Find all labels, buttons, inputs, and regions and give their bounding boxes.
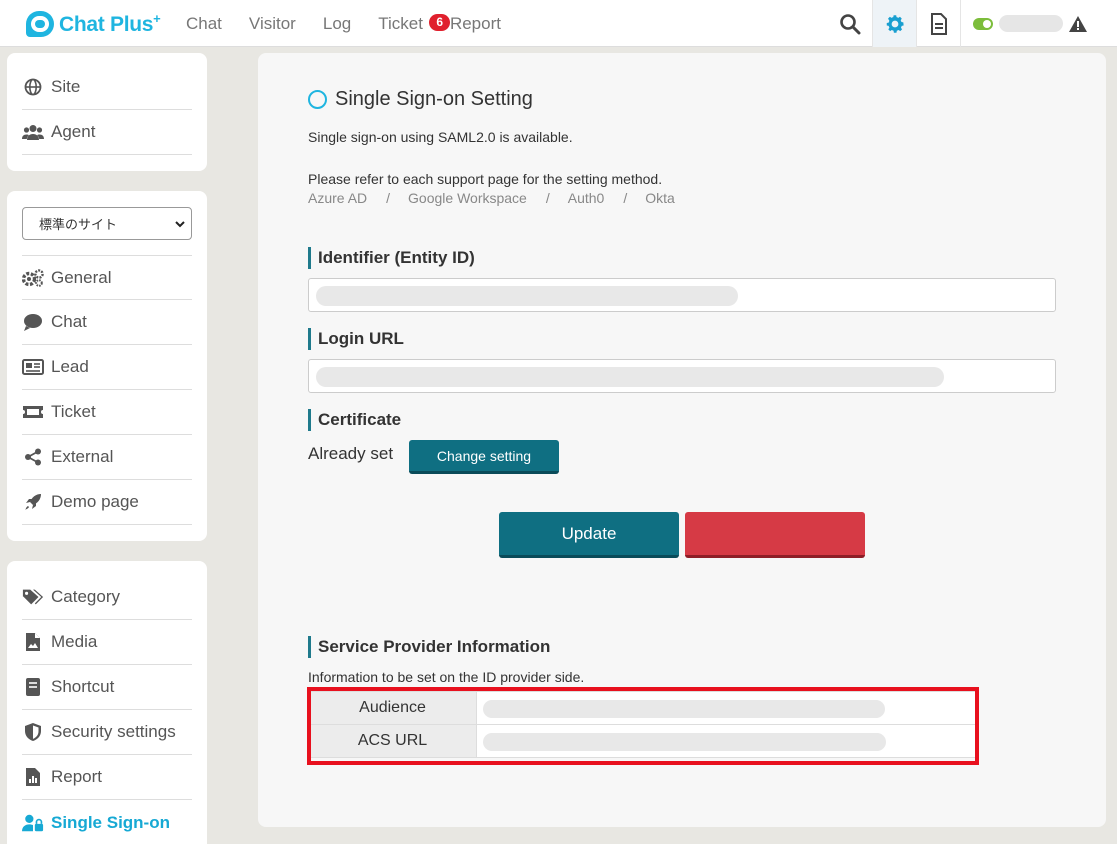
sidebar-item-security-settings[interactable]: Security settings	[22, 710, 192, 755]
sidebar-label-security-settings: Security settings	[51, 722, 176, 741]
sidebar-label-shortcut: Shortcut	[51, 677, 115, 696]
login-url-heading: Login URL	[308, 328, 404, 350]
nav-report[interactable]: Report	[450, 14, 501, 34]
sidebar-item-agent[interactable]: Agent	[22, 110, 192, 155]
sidebar-item-demo-page[interactable]: Demo page	[22, 480, 192, 525]
link-azure-ad[interactable]: Azure AD	[308, 190, 367, 206]
circle-icon	[308, 90, 327, 109]
sidebar-label-demo-page: Demo page	[51, 492, 139, 511]
online-toggle[interactable]	[973, 17, 993, 30]
comment-icon	[22, 312, 44, 332]
sidebar-label-media: Media	[51, 632, 98, 651]
sidebar-label-single-sign-on: Single Sign-on	[51, 812, 170, 832]
top-header: Chat Plus+ Chat Visitor Log Ticket 6 Repo…	[0, 0, 1117, 47]
site-select-value: 標準のサイト	[39, 217, 118, 232]
sidebar-item-category[interactable]: Category	[22, 575, 192, 620]
header-tools	[828, 0, 1117, 47]
file-image-icon	[22, 632, 44, 652]
sidebar-item-report[interactable]: Report	[22, 755, 192, 800]
ticket-icon	[22, 402, 44, 422]
certificate-status: Already set	[308, 444, 394, 463]
sidebar-item-media[interactable]: Media	[22, 620, 192, 665]
user-status[interactable]	[960, 0, 1117, 47]
site-select[interactable]: 標準のサイト	[22, 207, 192, 240]
file-chart-icon	[22, 767, 44, 787]
identifier-input[interactable]	[308, 278, 1056, 312]
page-title-text: Single Sign-on Setting	[335, 88, 533, 110]
document-button[interactable]	[916, 0, 960, 47]
intro-text: Single sign-on using SAML2.0 is availabl…	[308, 129, 573, 145]
sidebar-card-admin: Category Media Shortcut Security setting…	[7, 561, 207, 844]
gears-icon	[22, 268, 44, 288]
share-icon	[22, 447, 44, 467]
sidebar-label-ticket: Ticket	[51, 402, 96, 421]
sidebar-label-report: Report	[51, 767, 103, 786]
book-icon	[22, 677, 44, 697]
users-icon	[22, 122, 44, 142]
sidebar-label-lead: Lead	[51, 357, 89, 376]
search-icon	[840, 13, 861, 34]
user-name-redacted	[999, 15, 1063, 32]
sidebar-item-general[interactable]: General	[22, 255, 192, 300]
shield-icon	[22, 722, 44, 742]
update-button[interactable]: Update	[499, 512, 679, 558]
sidebar-item-ticket[interactable]: Ticket	[22, 390, 192, 435]
warning-icon	[1069, 15, 1087, 32]
login-url-input[interactable]	[308, 359, 1056, 393]
gear-icon	[886, 14, 904, 33]
ticket-count-badge: 6	[429, 13, 451, 31]
nav-chat[interactable]: Chat	[186, 14, 222, 34]
page-title: Single Sign-on Setting	[308, 88, 533, 111]
settings-button[interactable]	[872, 0, 916, 47]
identifier-heading: Identifier (Entity ID)	[308, 247, 475, 269]
delete-button[interactable]	[685, 512, 865, 558]
change-setting-button[interactable]: Change setting	[409, 440, 559, 474]
logo-text: Chat Plus	[59, 13, 154, 36]
link-google-workspace[interactable]: Google Workspace	[408, 190, 527, 206]
link-separator: /	[545, 190, 550, 206]
rocket-icon	[22, 492, 44, 512]
sidebar-item-external[interactable]: External	[22, 435, 192, 480]
sidebar-card-site: Site Agent	[7, 53, 207, 171]
login-url-value-redacted	[316, 367, 944, 387]
sidebar-label-external: External	[51, 447, 114, 466]
nav-ticket[interactable]: Ticket 6	[378, 13, 451, 34]
sidebar-item-lead[interactable]: Lead	[22, 345, 192, 390]
nav-visitor[interactable]: Visitor	[249, 14, 296, 34]
user-lock-icon	[22, 813, 44, 833]
sidebar-label-general: General	[51, 267, 112, 287]
sidebar-label-chat: Chat	[51, 312, 87, 331]
link-separator: /	[623, 190, 628, 206]
link-auth0[interactable]: Auth0	[568, 190, 605, 206]
sidebar-label-site: Site	[51, 77, 81, 96]
certificate-heading: Certificate	[308, 409, 401, 431]
sidebar-item-site[interactable]: Site	[22, 65, 192, 110]
highlight-box	[307, 687, 979, 765]
tags-icon	[22, 587, 44, 607]
sidebar-item-chat[interactable]: Chat	[22, 300, 192, 345]
logo-plus: +	[153, 11, 161, 26]
refer-text: Please refer to each support page for th…	[308, 171, 663, 187]
chat-plus-logo[interactable]: Chat Plus+	[26, 9, 161, 39]
sidebar-item-shortcut[interactable]: Shortcut	[22, 665, 192, 710]
search-button[interactable]	[828, 0, 872, 47]
newspaper-icon	[22, 357, 44, 377]
sp-info-heading: Service Provider Information	[308, 636, 550, 658]
link-okta[interactable]: Okta	[645, 190, 675, 206]
nav-log[interactable]: Log	[323, 14, 351, 34]
main-nav: Chat Visitor Log Ticket 6 Report	[186, 0, 528, 47]
sp-info-description: Information to be set on the ID provider…	[308, 669, 585, 685]
link-separator: /	[386, 190, 391, 206]
support-links: Azure AD / Google Workspace / Auth0 / Ok…	[308, 190, 675, 206]
chat-bubble-logo-icon	[26, 11, 54, 37]
globe-icon	[22, 77, 44, 97]
document-icon	[930, 12, 947, 35]
nav-ticket-label: Ticket	[378, 13, 423, 33]
identifier-value-redacted	[316, 286, 738, 306]
sidebar-label-category: Category	[51, 587, 120, 606]
sidebar-card-settings: 標準のサイト General Chat Lead Ticket External…	[7, 191, 207, 541]
sidebar-label-agent: Agent	[51, 122, 96, 141]
chevron-down-icon	[175, 221, 185, 228]
sidebar-item-single-sign-on[interactable]: Single Sign-on	[22, 800, 192, 844]
